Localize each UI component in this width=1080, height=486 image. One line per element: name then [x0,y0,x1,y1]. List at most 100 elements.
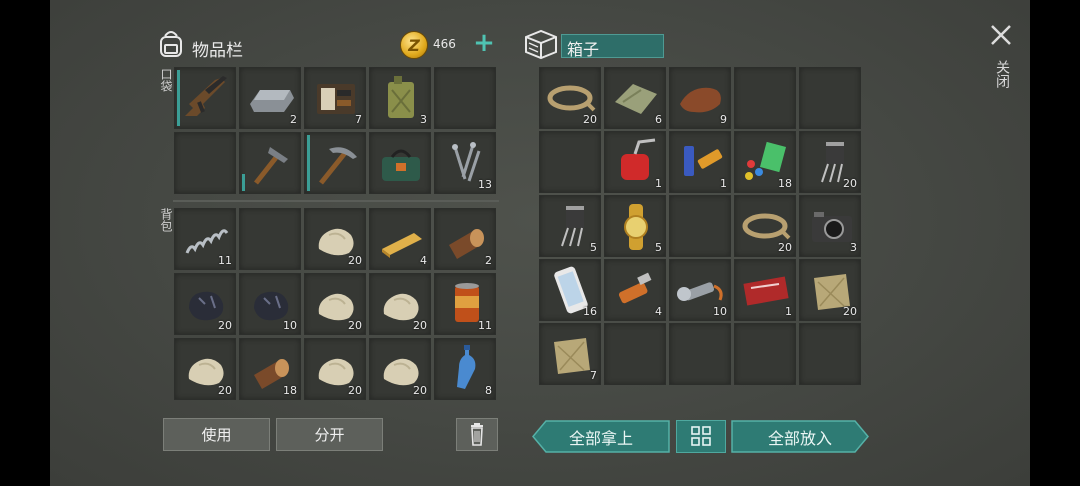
item-quantity: 7 [590,369,597,382]
box.items-slot[interactable]: 10 [669,259,731,321]
durability-bar [242,174,245,191]
box.items-slot[interactable] [734,323,796,385]
durability-bar [177,70,180,126]
box.items-slot[interactable]: 20 [734,195,796,257]
inventory.pocket-slot[interactable]: 3 [369,67,431,129]
inventory.pocket-slot[interactable]: 7 [304,67,366,129]
item-quantity: 8 [485,384,492,397]
item-quantity: 20 [348,254,362,267]
inventory.pocket-slot[interactable] [174,67,236,129]
box.items-slot[interactable]: 6 [604,67,666,129]
put-all-button[interactable]: 全部放入 [731,420,869,453]
inventory.backpack-slot[interactable]: 11 [434,273,496,335]
take-all-button[interactable]: 全部拿上 [532,420,670,453]
item-quantity: 7 [355,113,362,126]
split-button[interactable]: 分开 [276,418,383,451]
item-quantity: 10 [713,305,727,318]
item-quantity: 9 [720,113,727,126]
inventory.backpack-slot[interactable]: 20 [369,273,431,335]
box.items-slot[interactable] [539,131,601,193]
put-all-label: 全部放入 [767,428,832,448]
item-quantity: 1 [655,177,662,190]
box.items-slot[interactable]: 1 [734,259,796,321]
inventory.pocket-slot[interactable] [239,132,301,194]
inventory-title: 物品栏 [192,41,243,61]
item-quantity: 18 [283,384,297,397]
box.items-slot[interactable] [669,195,731,257]
box.items-slot[interactable] [734,67,796,129]
rifle-icon [185,76,227,116]
inventory.backpack-slot[interactable]: 8 [434,338,496,400]
inventory.backpack-slot[interactable]: 18 [239,338,301,400]
use-button[interactable]: 使用 [163,418,270,451]
trash-button[interactable] [456,418,498,451]
inventory.backpack-slot[interactable]: 20 [304,208,366,270]
durability-bar [307,135,310,191]
box.items-slot[interactable]: 3 [799,195,861,257]
item-quantity: 20 [413,319,427,332]
inventory.backpack-slot[interactable]: 2 [434,208,496,270]
item-quantity: 10 [283,319,297,332]
grid-sort-icon [691,426,711,446]
box.items-slot[interactable]: 4 [604,259,666,321]
box.items-slot[interactable]: 20 [799,131,861,193]
box.items-slot[interactable]: 20 [799,259,861,321]
item-quantity: 4 [420,254,427,267]
item-quantity: 20 [218,319,232,332]
inventory.backpack-slot[interactable]: 20 [304,273,366,335]
close-icon[interactable] [988,22,1014,48]
pocket-label: 口袋 [159,68,173,92]
box-title: 箱子 [567,40,600,59]
inventory.pocket-slot[interactable] [174,132,236,194]
box.items-slot[interactable] [799,323,861,385]
item-quantity: 20 [843,305,857,318]
inventory.backpack-slot[interactable]: 20 [174,338,236,400]
inventory.pocket-slot[interactable] [434,67,496,129]
item-quantity: 20 [843,177,857,190]
box.items-slot[interactable]: 7 [539,323,601,385]
item-quantity: 5 [655,241,662,254]
box.items-slot[interactable] [799,67,861,129]
inventory.pocket-slot[interactable] [369,132,431,194]
item-quantity: 2 [290,113,297,126]
inventory.backpack-slot[interactable]: 20 [369,338,431,400]
box.items-slot[interactable] [604,323,666,385]
item-quantity: 20 [218,384,232,397]
backpack-icon [160,31,182,57]
close-label[interactable]: 关闭 [992,60,1010,88]
item-quantity: 3 [850,241,857,254]
box.items-slot[interactable]: 20 [539,67,601,129]
inventory.backpack-slot[interactable]: 20 [174,273,236,335]
inventory.backpack-slot[interactable]: 11 [174,208,236,270]
box.items-slot[interactable]: 5 [539,195,601,257]
inventory.pocket-slot[interactable] [304,132,366,194]
item-quantity: 20 [348,319,362,332]
item-quantity: 20 [583,113,597,126]
coin-icon: Z [400,31,428,59]
box.items-slot[interactable] [669,323,731,385]
pickaxe-icon [319,147,357,185]
item-quantity: 20 [348,384,362,397]
box.items-slot[interactable]: 1 [604,131,666,193]
item-quantity: 11 [218,254,232,267]
box.items-slot[interactable]: 9 [669,67,731,129]
box.items-slot[interactable]: 1 [669,131,731,193]
add-coins-button[interactable]: + [472,30,496,58]
inventory.pocket-slot[interactable]: 2 [239,67,301,129]
inventory.backpack-slot[interactable] [239,208,301,270]
item-quantity: 11 [478,319,492,332]
inventory.backpack-slot[interactable]: 20 [304,338,366,400]
inventory.backpack-slot[interactable]: 10 [239,273,301,335]
item-quantity: 1 [785,305,792,318]
item-quantity: 13 [478,178,492,191]
coin-count: 466 [433,37,456,51]
box.items-slot[interactable]: 5 [604,195,666,257]
inventory.pocket-slot[interactable]: 13 [434,132,496,194]
sort-button[interactable] [676,420,726,453]
box.items-slot[interactable]: 16 [539,259,601,321]
hammer-icon [254,147,288,185]
backpack-label: 背包 [159,208,173,232]
item-quantity: 5 [590,241,597,254]
box.items-slot[interactable]: 18 [734,131,796,193]
inventory.backpack-slot[interactable]: 4 [369,208,431,270]
